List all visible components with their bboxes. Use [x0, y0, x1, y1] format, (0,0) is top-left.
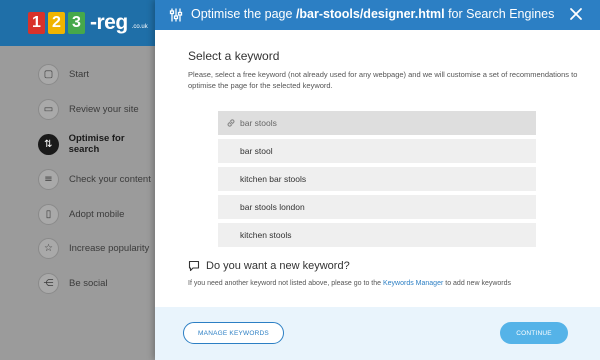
modal-header: Optimise the page /bar-stools/designer.h… — [155, 0, 600, 30]
manage-keywords-button[interactable]: MANAGE KEYWORDS — [183, 322, 284, 344]
keyword-option[interactable]: kitchen stools — [218, 223, 536, 247]
logo-suffix: .co.uk — [131, 24, 148, 30]
section-description: Please, select a free keyword (not alrea… — [188, 70, 578, 90]
keyword-option[interactable]: kitchen bar stools — [218, 167, 536, 191]
monitor-icon: ▭ — [38, 98, 59, 120]
keyword-label: bar stool — [240, 146, 273, 156]
keyword-list: bar stools bar stool kitchen bar stools … — [218, 111, 536, 251]
modal-title: Optimise the page /bar-stools/designer.h… — [191, 7, 554, 21]
sidebar-item-label: Be social — [69, 277, 108, 289]
close-icon[interactable] — [568, 6, 584, 22]
logo-text: -reg — [90, 11, 128, 34]
modal-title-prefix: Optimise the page — [191, 7, 293, 21]
modal-title-path: /bar-stools/designer.html — [295, 7, 445, 21]
sidebar-item-label: Adopt mobile — [69, 208, 125, 220]
list-icon: ≡ — [38, 168, 59, 190]
keyword-label: bar stools — [240, 118, 277, 128]
star-icon: ☆ — [38, 237, 59, 259]
link-icon — [227, 119, 235, 127]
sidebar-item-label: Start — [69, 68, 90, 80]
new-keyword-heading: Do you want a new keyword? — [188, 260, 350, 272]
keyword-option-selected[interactable]: bar stools — [218, 111, 536, 135]
new-keyword-title: Do you want a new keyword? — [206, 260, 350, 272]
keyword-label: kitchen stools — [240, 230, 292, 240]
mobile-icon: ▯ — [38, 203, 59, 225]
keyword-label: bar stools london — [240, 202, 305, 212]
keyword-option[interactable]: bar stools london — [218, 195, 536, 219]
keywords-manager-link[interactable]: Keywords Manager — [383, 280, 443, 287]
square-icon: ▢ — [38, 63, 59, 85]
sidebar-item-label: Optimise for search — [68, 133, 125, 155]
chat-icon — [188, 260, 200, 272]
continue-button[interactable]: CONTINUE — [500, 322, 568, 344]
sidebar-item-label: Increase popularity — [69, 242, 150, 254]
modal-footer: MANAGE KEYWORDS CONTINUE — [155, 307, 600, 360]
sliders-icon — [169, 8, 183, 22]
sidebar-item-be-social[interactable]: ⋲ Be social — [38, 272, 108, 294]
new-keyword-description: If you need another keyword not listed a… — [188, 280, 511, 287]
modal-title-suffix: for Search Engines — [448, 7, 555, 21]
new-keyword-desc-before: If you need another keyword not listed a… — [188, 280, 382, 287]
logo-digit-3: 3 — [68, 12, 85, 34]
optimise-modal: Optimise the page /bar-stools/designer.h… — [155, 0, 600, 360]
new-keyword-desc-after: to add new keywords — [445, 280, 512, 287]
keyword-label: kitchen bar stools — [240, 174, 307, 184]
sidebar-item-start[interactable]: ▢ Start — [38, 63, 89, 85]
sidebar: ▢ Start ▭ Review your site ⇅ Optimise fo… — [0, 46, 156, 360]
sidebar-item-check-your-content[interactable]: ≡ Check your content — [38, 168, 151, 190]
logo-digit-2: 2 — [48, 12, 65, 34]
share-icon: ⋲ — [38, 272, 59, 294]
sidebar-item-optimise-for-search[interactable]: ⇅ Optimise for search — [38, 133, 156, 155]
brand-logo[interactable]: 1 2 3 -reg .co.uk — [28, 9, 148, 37]
logo-digit-1: 1 — [28, 12, 45, 34]
sidebar-item-adopt-mobile[interactable]: ▯ Adopt mobile — [38, 203, 124, 225]
sidebar-item-review-your-site[interactable]: ▭ Review your site — [38, 98, 139, 120]
section-title: Select a keyword — [188, 49, 280, 63]
sidebar-item-label: Check your content — [69, 173, 151, 185]
sidebar-item-increase-popularity[interactable]: ☆ Increase popularity — [38, 237, 149, 259]
keyword-option[interactable]: bar stool — [218, 139, 536, 163]
sidebar-item-label: Review your site — [69, 103, 139, 115]
sliders-icon: ⇅ — [38, 133, 59, 155]
